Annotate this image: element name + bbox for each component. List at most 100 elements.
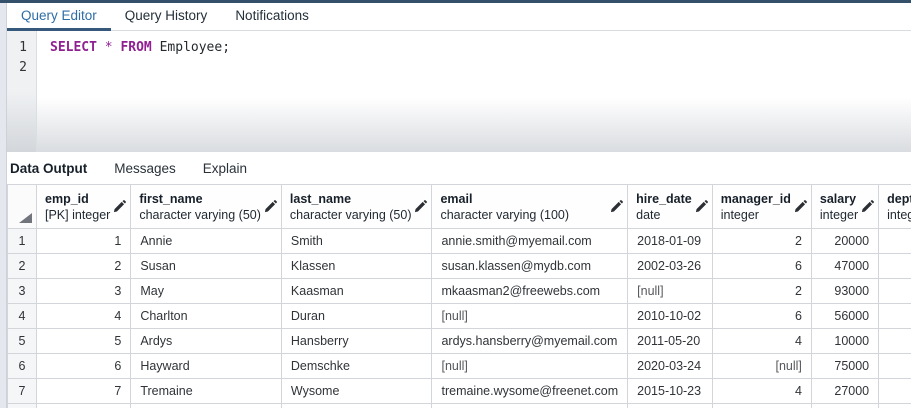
- row-number-cell[interactable]: 7: [8, 379, 37, 404]
- pencil-icon[interactable]: [860, 200, 874, 214]
- output-tabs: Data Output Messages Explain: [0, 152, 911, 184]
- pencil-icon[interactable]: [694, 200, 708, 214]
- column-header-dept_id[interactable]: dept_idinteger: [879, 185, 911, 229]
- row-number-cell[interactable]: 3: [8, 279, 37, 304]
- cell-dept_id[interactable]: 3: [879, 354, 911, 379]
- select-all-triangle-icon: [19, 213, 32, 223]
- cell-manager_id[interactable]: [null]: [712, 354, 811, 379]
- cell-salary[interactable]: 20000: [811, 229, 878, 254]
- results-table: emp_id[PK] integerfirst_namecharacter va…: [7, 184, 911, 408]
- cell-email[interactable]: [null]: [432, 354, 628, 379]
- tab-explain[interactable]: Explain: [203, 161, 247, 176]
- cell-emp_id[interactable]: 2: [37, 254, 131, 279]
- table-row: 22SusanKlassensusan.klassen@mydb.com2002…: [8, 254, 911, 279]
- column-name: dept_id: [887, 191, 911, 207]
- cell-empty: [811, 404, 878, 408]
- column-header-salary[interactable]: salaryinteger: [811, 185, 878, 229]
- select-all-cell[interactable]: [8, 185, 37, 229]
- cell-dept_id[interactable]: 2: [879, 379, 911, 404]
- pencil-icon[interactable]: [112, 200, 126, 214]
- left-panel-edge[interactable]: [0, 3, 7, 408]
- cell-emp_id[interactable]: 5: [37, 329, 131, 354]
- column-header-last_name[interactable]: last_namecharacter varying (50): [281, 185, 432, 229]
- cell-dept_id[interactable]: 1: [879, 254, 911, 279]
- cell-emp_id[interactable]: 7: [37, 379, 131, 404]
- column-type: integer: [721, 207, 791, 223]
- cell-manager_id[interactable]: 4: [712, 329, 811, 354]
- cell-first_name[interactable]: Hayward: [131, 354, 282, 379]
- tab-data-output[interactable]: Data Output: [10, 161, 87, 176]
- cell-dept_id[interactable]: 2: [879, 279, 911, 304]
- row-number-cell[interactable]: 2: [8, 254, 37, 279]
- cell-first_name[interactable]: Annie: [131, 229, 282, 254]
- column-header-first_name[interactable]: first_namecharacter varying (50): [131, 185, 282, 229]
- cell-hire_date[interactable]: 2015-10-23: [628, 379, 713, 404]
- cell-email[interactable]: annie.smith@myemail.com: [432, 229, 628, 254]
- cell-dept_id[interactable]: [null]: [879, 329, 911, 354]
- row-number-cell[interactable]: 5: [8, 329, 37, 354]
- column-header-email[interactable]: emailcharacter varying (100): [432, 185, 628, 229]
- column-name: last_name: [290, 191, 412, 207]
- cell-last_name[interactable]: Hansberry: [281, 329, 432, 354]
- tab-query-editor[interactable]: Query Editor: [7, 3, 111, 31]
- cell-last_name[interactable]: Klassen: [281, 254, 432, 279]
- cell-email[interactable]: [null]: [432, 304, 628, 329]
- tab-query-history[interactable]: Query History: [111, 3, 222, 31]
- cell-manager_id[interactable]: 2: [712, 229, 811, 254]
- column-header-hire_date[interactable]: hire_datedate: [628, 185, 713, 229]
- cell-emp_id[interactable]: 4: [37, 304, 131, 329]
- pencil-icon[interactable]: [609, 200, 623, 214]
- cell-hire_date[interactable]: [null]: [628, 279, 713, 304]
- cell-salary[interactable]: 56000: [811, 304, 878, 329]
- cell-last_name[interactable]: Smith: [281, 229, 432, 254]
- sql-code-input[interactable]: SELECT * FROM Employee;: [37, 31, 911, 152]
- column-header-emp_id[interactable]: emp_id[PK] integer: [37, 185, 131, 229]
- pencil-icon[interactable]: [263, 200, 277, 214]
- cell-manager_id[interactable]: 6: [712, 254, 811, 279]
- column-name: manager_id: [721, 191, 791, 207]
- cell-dept_id[interactable]: 2: [879, 304, 911, 329]
- cell-email[interactable]: ardys.hansberry@myemail.com: [432, 329, 628, 354]
- cell-manager_id[interactable]: 4: [712, 379, 811, 404]
- pencil-icon[interactable]: [793, 200, 807, 214]
- cell-salary[interactable]: 10000: [811, 329, 878, 354]
- cell-empty: [131, 404, 282, 408]
- cell-salary[interactable]: 93000: [811, 279, 878, 304]
- cell-hire_date[interactable]: 2018-01-09: [628, 229, 713, 254]
- cell-last_name[interactable]: Wysome: [281, 379, 432, 404]
- cell-emp_id[interactable]: 6: [37, 354, 131, 379]
- cell-manager_id[interactable]: 6: [712, 304, 811, 329]
- header-row: emp_id[PK] integerfirst_namecharacter va…: [8, 185, 911, 229]
- cell-first_name[interactable]: May: [131, 279, 282, 304]
- cell-first_name[interactable]: Charlton: [131, 304, 282, 329]
- cell-first_name[interactable]: Ardys: [131, 329, 282, 354]
- row-number-cell[interactable]: 6: [8, 354, 37, 379]
- row-number-cell[interactable]: 4: [8, 304, 37, 329]
- cell-hire_date[interactable]: 2010-10-02: [628, 304, 713, 329]
- cell-hire_date[interactable]: 2020-03-24: [628, 354, 713, 379]
- cell-last_name[interactable]: Kaasman: [281, 279, 432, 304]
- cell-hire_date[interactable]: 2002-03-26: [628, 254, 713, 279]
- cell-dept_id[interactable]: 1: [879, 229, 911, 254]
- cell-email[interactable]: susan.klassen@mydb.com: [432, 254, 628, 279]
- cell-salary[interactable]: 75000: [811, 354, 878, 379]
- cell-last_name[interactable]: Duran: [281, 304, 432, 329]
- tab-messages[interactable]: Messages: [114, 161, 176, 176]
- cell-last_name[interactable]: Demschke: [281, 354, 432, 379]
- pencil-icon[interactable]: [413, 200, 427, 214]
- cell-first_name[interactable]: Susan: [131, 254, 282, 279]
- cell-empty: [879, 404, 911, 408]
- tab-notifications[interactable]: Notifications: [221, 3, 323, 31]
- cell-salary[interactable]: 27000: [811, 379, 878, 404]
- cell-salary[interactable]: 47000: [811, 254, 878, 279]
- cell-emp_id[interactable]: 3: [37, 279, 131, 304]
- sql-keyword: FROM: [120, 40, 151, 55]
- column-header-manager_id[interactable]: manager_idinteger: [712, 185, 811, 229]
- cell-emp_id[interactable]: 1: [37, 229, 131, 254]
- cell-hire_date[interactable]: 2011-05-20: [628, 329, 713, 354]
- row-number-cell[interactable]: 1: [8, 229, 37, 254]
- cell-manager_id[interactable]: 2: [712, 279, 811, 304]
- cell-email[interactable]: mkaasman2@freewebs.com: [432, 279, 628, 304]
- cell-first_name[interactable]: Tremaine: [131, 379, 282, 404]
- cell-email[interactable]: tremaine.wysome@freenet.com: [432, 379, 628, 404]
